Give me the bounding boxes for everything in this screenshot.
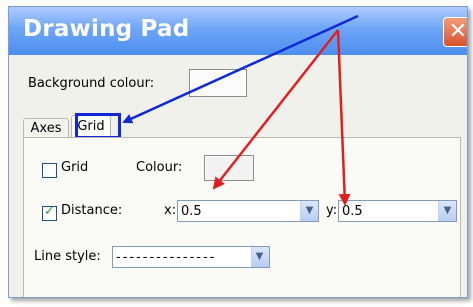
red-annotation-arrow-y [336, 29, 351, 206]
annotation-arrows [122, 14, 359, 206]
blue-annotation-arrow [122, 14, 359, 124]
